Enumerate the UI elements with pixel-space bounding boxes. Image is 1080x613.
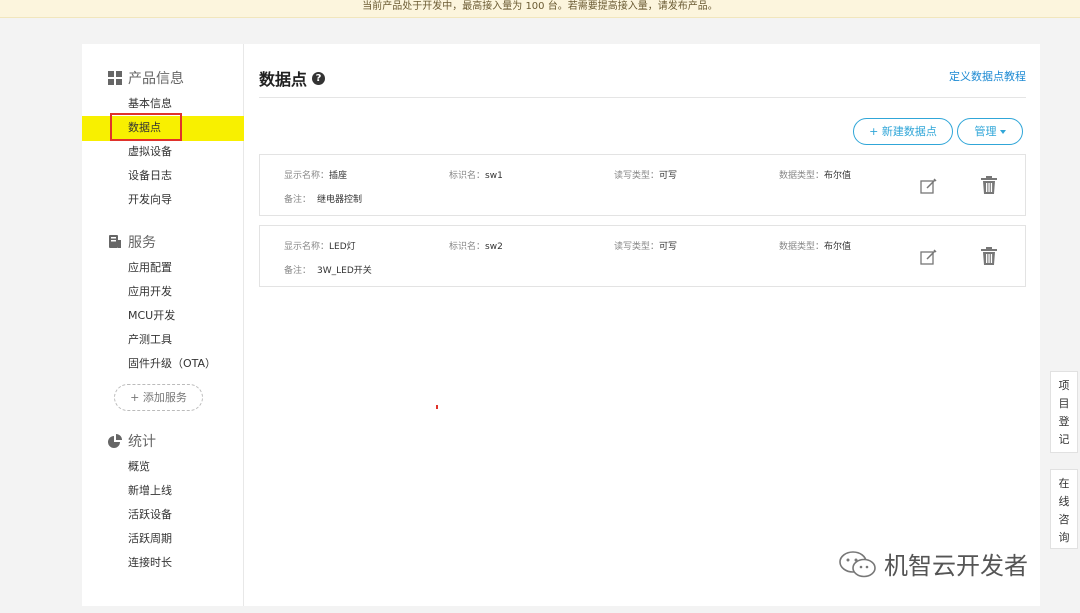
sidebar-item-device-log[interactable]: 设备日志 xyxy=(128,166,172,186)
watermark-text: 机智云开发者 xyxy=(884,552,1028,580)
edit-icon[interactable] xyxy=(920,248,938,266)
section-title: 统计 xyxy=(128,434,156,450)
manage-dropdown-button[interactable]: 管理 xyxy=(957,118,1023,145)
page-title-text: 数据点 xyxy=(259,70,308,89)
sidebar-item-app-config[interactable]: 应用配置 xyxy=(128,258,172,278)
datapoint-rw-type: 读写类型：可写 xyxy=(614,242,678,252)
service-icon xyxy=(108,235,122,249)
new-datapoint-button[interactable]: + 新建数据点 xyxy=(853,118,953,145)
sidebar-item-ota[interactable]: 固件升级（OTA） xyxy=(128,354,216,374)
wechat-icon xyxy=(838,549,878,579)
datapoint-tutorial-link[interactable]: 定义数据点教程 xyxy=(949,68,1026,84)
datapoint-note: 备注： 3W_LED开关 xyxy=(284,266,372,276)
section-title: 产品信息 xyxy=(128,71,184,87)
project-register-tab[interactable]: 项 目 登 记 xyxy=(1050,371,1078,453)
section-statistics: 统计 xyxy=(108,431,156,451)
product-panel: 产品信息 基本信息 数据点 虚拟设备 设备日志 开发向导 服务 应用配置 应用开… xyxy=(82,44,1040,606)
add-service-button[interactable]: + 添加服务 xyxy=(114,384,203,411)
online-consult-tab[interactable]: 在 线 咨 询 xyxy=(1050,469,1078,549)
datapoint-display-name: 显示名称：LED灯 xyxy=(284,242,356,252)
datapoint-identifier: 标识名：sw1 xyxy=(449,171,503,181)
datapoint-card: 显示名称：LED灯 标识名：sw2 读写类型：可写 数据类型：布尔值 备注： 3W… xyxy=(259,225,1026,287)
sidebar-item-active-devices[interactable]: 活跃设备 xyxy=(128,505,172,525)
cursor-mark xyxy=(436,405,438,409)
edit-icon[interactable] xyxy=(920,177,938,195)
datapoint-display-name: 显示名称：插座 xyxy=(284,171,348,181)
section-title: 服务 xyxy=(128,235,156,251)
sidebar-item-new-online[interactable]: 新增上线 xyxy=(128,481,172,501)
sidebar-item-virtual-device[interactable]: 虚拟设备 xyxy=(128,142,172,162)
highlight-box xyxy=(110,113,182,141)
caret-down-icon xyxy=(999,130,1006,134)
trash-icon[interactable] xyxy=(980,247,998,266)
datapoint-identifier: 标识名：sw2 xyxy=(449,242,503,252)
watermark: 机智云开发者 xyxy=(838,546,1028,581)
sidebar: 产品信息 基本信息 数据点 虚拟设备 设备日志 开发向导 服务 应用配置 应用开… xyxy=(82,44,244,606)
help-icon[interactable]: ? xyxy=(312,71,326,85)
datapoint-note: 备注： 继电器控制 xyxy=(284,195,363,205)
sidebar-item-connect-duration[interactable]: 连接时长 xyxy=(128,553,172,573)
trash-icon[interactable] xyxy=(980,176,998,195)
manage-label: 管理 xyxy=(974,125,997,138)
dev-status-banner: 当前产品处于开发中，最高接入量为 100 台。若需要提高接入量，请发布产品。 xyxy=(0,0,1080,18)
page-title: 数据点 ? xyxy=(259,66,326,90)
datapoint-data-type: 数据类型：布尔值 xyxy=(779,242,852,252)
sidebar-item-test-tool[interactable]: 产测工具 xyxy=(128,330,172,350)
sidebar-item-mcu-dev[interactable]: MCU开发 xyxy=(128,306,175,326)
sidebar-item-overview[interactable]: 概览 xyxy=(128,457,150,477)
grid-icon xyxy=(108,71,122,85)
section-services: 服务 xyxy=(108,232,156,252)
sidebar-item-active-period[interactable]: 活跃周期 xyxy=(128,529,172,549)
datapoint-rw-type: 读写类型：可写 xyxy=(614,171,678,181)
sidebar-item-app-dev[interactable]: 应用开发 xyxy=(128,282,172,302)
datapoint-data-type: 数据类型：布尔值 xyxy=(779,171,852,181)
sidebar-item-basic-info[interactable]: 基本信息 xyxy=(128,94,172,114)
divider xyxy=(259,97,1026,98)
section-product-info: 产品信息 xyxy=(108,68,184,88)
pie-chart-icon xyxy=(108,434,122,448)
sidebar-item-dev-guide[interactable]: 开发向导 xyxy=(128,190,172,210)
datapoint-card: 显示名称：插座 标识名：sw1 读写类型：可写 数据类型：布尔值 备注： 继电器控… xyxy=(259,154,1026,216)
